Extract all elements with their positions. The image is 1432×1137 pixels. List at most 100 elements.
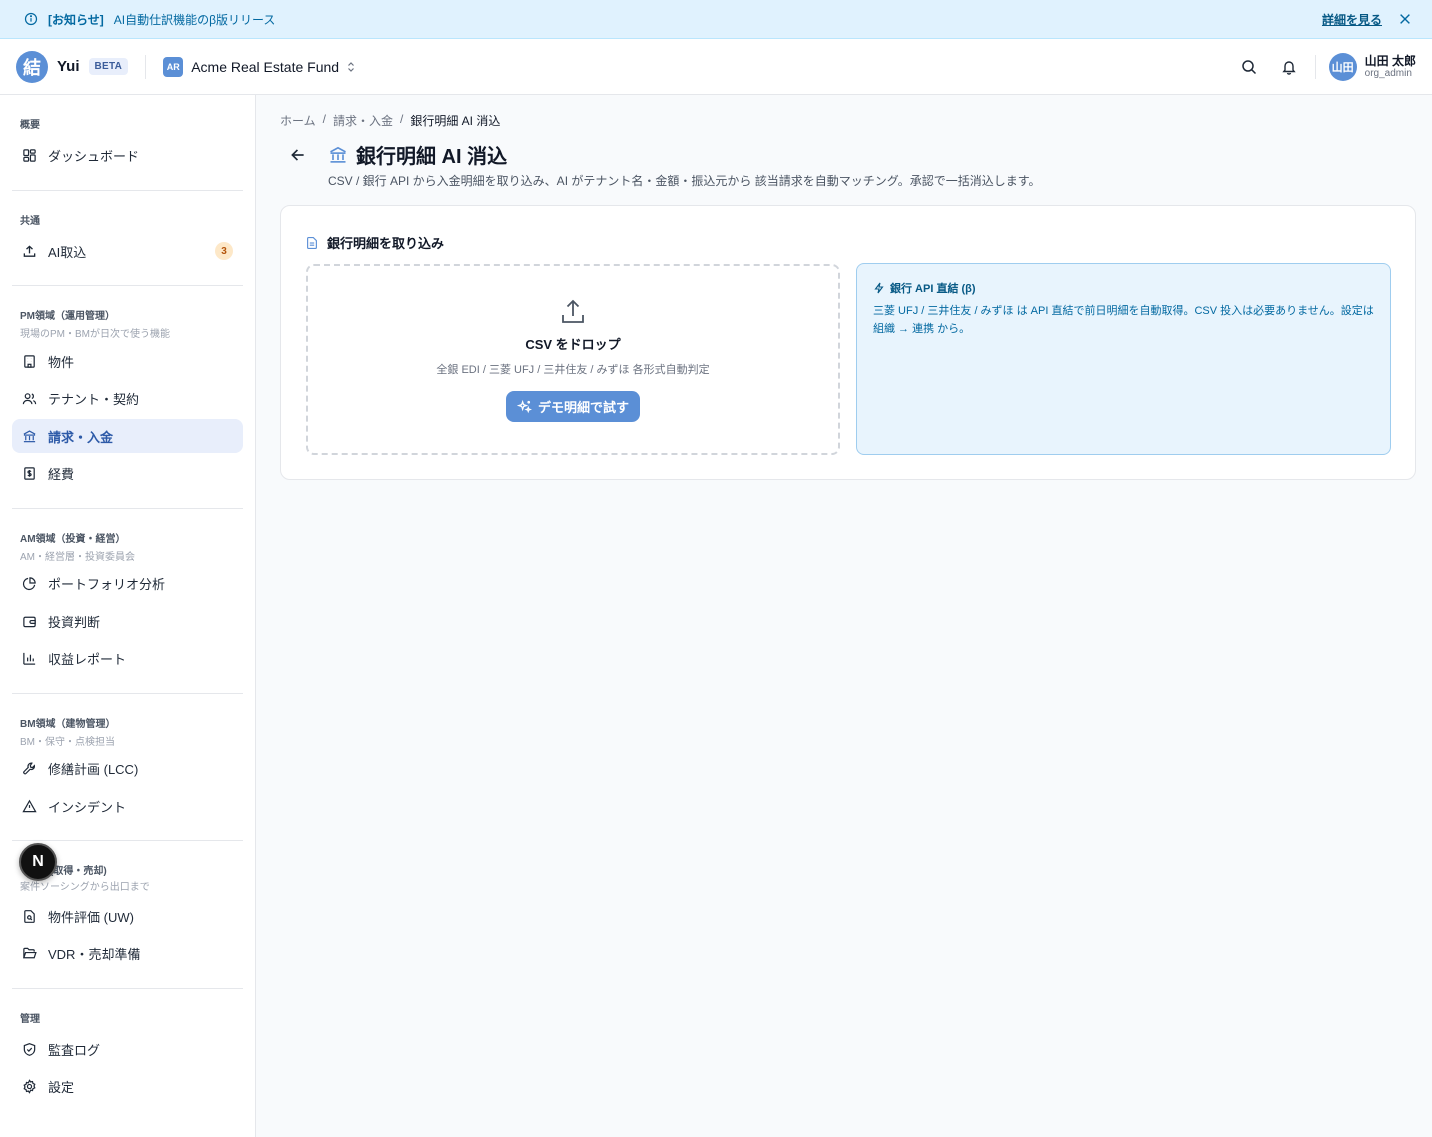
app-header: 結 Yui BETA AR Acme Real Estate Fund 山田 山… — [0, 39, 1432, 95]
sidebar-item-investment[interactable]: 投資判断 — [12, 604, 243, 638]
api-box-title: 銀行 API 直結 (β) — [873, 280, 1374, 296]
folder-open-icon — [23, 947, 37, 958]
section-pm: PM領域（運用管理） 現場のPM・BMが日次で使う機能 — [12, 307, 170, 340]
announcement-message: AI自動仕訳機能のβ版リリース — [113, 12, 276, 27]
sidebar-item-underwriting[interactable]: 物件評価 (UW) — [12, 899, 243, 933]
info-icon — [24, 12, 38, 26]
breadcrumb-separator: / — [322, 112, 326, 126]
breadcrumb-current: 銀行明細 AI 消込 — [410, 114, 501, 128]
wrench-icon — [23, 762, 35, 774]
sidebar-item-label: 物件 — [48, 354, 75, 370]
user-avatar[interactable]: 山田 — [1328, 52, 1357, 81]
section-subtitle: BM・保守・点検担当 — [20, 737, 115, 748]
drop-title: CSV をドロップ — [525, 337, 621, 352]
app-logo[interactable]: 結 — [16, 50, 48, 83]
pie-chart-icon — [22, 576, 36, 590]
breadcrumb-home[interactable]: ホーム — [280, 112, 316, 129]
section-title: 管理 — [20, 1014, 40, 1025]
sidebar-item-portfolio[interactable]: ポートフォリオ分析 — [12, 566, 243, 600]
beta-badge: BETA — [88, 58, 129, 75]
shield-check-icon — [23, 1042, 36, 1056]
sidebar-item-revenue-report[interactable]: 収益レポート — [12, 641, 243, 675]
dashboard-icon — [23, 148, 36, 162]
user-info[interactable]: 山田 太郎 org_admin — [1365, 54, 1416, 80]
sidebar-item-properties[interactable]: 物件 — [12, 344, 243, 378]
drop-subtitle: 全銀 EDI / 三菱 UFJ / 三井住友 / みずほ 各形式自動判定 — [436, 364, 710, 376]
sidebar-item-repair-plan[interactable]: 修繕計画 (LCC) — [12, 751, 243, 785]
search-icon[interactable] — [1241, 59, 1257, 75]
sidebar-item-label: 経費 — [48, 466, 75, 482]
sidebar-item-expenses[interactable]: 経費 — [12, 456, 243, 490]
warning-icon — [22, 799, 37, 812]
sidebar-item-label: 監査ログ — [48, 1042, 101, 1058]
section-title: 共通 — [20, 216, 40, 227]
upload-icon — [23, 244, 36, 257]
sidebar-item-billing[interactable]: 請求・入金 — [12, 419, 243, 453]
arrow-left-icon[interactable] — [289, 146, 307, 164]
card-title: 銀行明細を取り込み — [327, 236, 445, 251]
sidebar-item-dashboard[interactable]: ダッシュボード — [12, 138, 243, 172]
org-badge: AR — [163, 56, 184, 77]
section-admin: 管理 — [12, 1010, 40, 1025]
users-icon — [22, 392, 37, 404]
close-icon[interactable] — [1398, 12, 1412, 26]
brand-name: Yui — [57, 58, 80, 75]
header-divider-right — [1314, 54, 1316, 79]
section-am: AM領域（投資・経営） AM・経営層・投資委員会 — [12, 530, 135, 563]
sidebar-item-label: ポートフォリオ分析 — [48, 576, 166, 592]
page-header: 銀行明細 AI 消込 — [328, 140, 507, 169]
section-common: 共通 — [12, 212, 40, 227]
api-box-text: 三菱 UFJ / 三井住友 / みずほ は API 直結で前日明細を自動取得。C… — [873, 305, 1374, 335]
import-card: 銀行明細を取り込み CSV をドロップ 全銀 EDI / 三菱 UFJ / 三井… — [280, 205, 1416, 480]
sidebar-item-label: 修繕計画 (LCC) — [48, 761, 139, 777]
section-title: PM領域（運用管理） — [20, 311, 115, 322]
sidebar-item-label: ダッシュボード — [48, 148, 140, 164]
breadcrumb: ホーム / 請求・入金 / 銀行明細 AI 消込 — [280, 112, 500, 129]
sidebar-item-label: 物件評価 (UW) — [48, 909, 134, 925]
file-text-icon — [307, 236, 317, 249]
breadcrumb-billing[interactable]: 請求・入金 — [333, 112, 393, 129]
bar-chart-icon — [23, 652, 36, 665]
upload-icon — [562, 299, 584, 323]
section-bm: BM領域（建物管理） BM・保守・点検担当 — [12, 715, 116, 748]
user-name: 山田 太郎 — [1364, 53, 1416, 68]
sidebar-item-label: インシデント — [48, 799, 127, 815]
section-subtitle: 現場のPM・BMが日次で使う機能 — [20, 329, 170, 340]
sidebar-divider — [12, 693, 243, 694]
sidebar-item-ai-import[interactable]: AI取込 3 — [12, 234, 243, 268]
sparkles-icon — [516, 399, 532, 414]
sidebar-item-settings[interactable]: 設定 — [12, 1069, 243, 1103]
org-name: Acme Real Estate Fund — [191, 58, 340, 75]
card-header: 銀行明細を取り込み — [305, 233, 444, 252]
try-demo-button-label: デモ明細で試す — [537, 400, 629, 415]
sidebar-item-audit-log[interactable]: 監査ログ — [12, 1032, 243, 1066]
try-demo-button[interactable]: デモ明細で試す — [505, 391, 640, 422]
receipt-dollar-icon — [24, 466, 35, 480]
announcement-tag: [お知らせ] — [48, 12, 104, 27]
section-title: (取得・売却) — [50, 866, 107, 877]
sidebar-divider — [12, 285, 243, 286]
section-overview: 概要 — [12, 116, 40, 131]
sidebar-item-vdr[interactable]: VDR・売却準備 — [12, 936, 243, 970]
bank-api-info-box: 銀行 API 直結 (β) 三菱 UFJ / 三井住友 / みずほ は API … — [856, 263, 1391, 455]
dev-tools-button[interactable]: N — [19, 843, 57, 881]
org-switcher[interactable]: AR Acme Real Estate Fund — [163, 56, 357, 77]
sidebar-item-label: 収益レポート — [48, 651, 127, 667]
sidebar-item-label: AI取込 — [48, 244, 87, 260]
sidebar-item-incident[interactable]: インシデント — [12, 789, 243, 823]
sidebar-divider — [12, 840, 243, 841]
announcement-details-link[interactable]: 詳細を見る — [1322, 11, 1382, 28]
bell-icon[interactable] — [1281, 59, 1297, 75]
user-role: org_admin — [1364, 67, 1412, 79]
sidebar-divider — [12, 190, 243, 191]
announcement-bar: [お知らせ] AI自動仕訳機能のβ版リリース 詳細を見る — [0, 0, 1432, 39]
sidebar-item-label: VDR・売却準備 — [48, 946, 141, 962]
sidebar-item-label: 設定 — [48, 1079, 75, 1095]
section-title: AM領域（投資・経営） — [20, 534, 126, 545]
wallet-icon — [23, 616, 36, 627]
api-box-title-label: 銀行 API 直結 (β) — [890, 283, 976, 295]
chevron-up-down-icon — [348, 61, 354, 72]
header-divider — [145, 54, 147, 79]
csv-drop-zone[interactable]: CSV をドロップ 全銀 EDI / 三菱 UFJ / 三井住友 / みずほ 各… — [306, 264, 840, 455]
sidebar-item-tenants[interactable]: テナント・契約 — [12, 381, 243, 415]
